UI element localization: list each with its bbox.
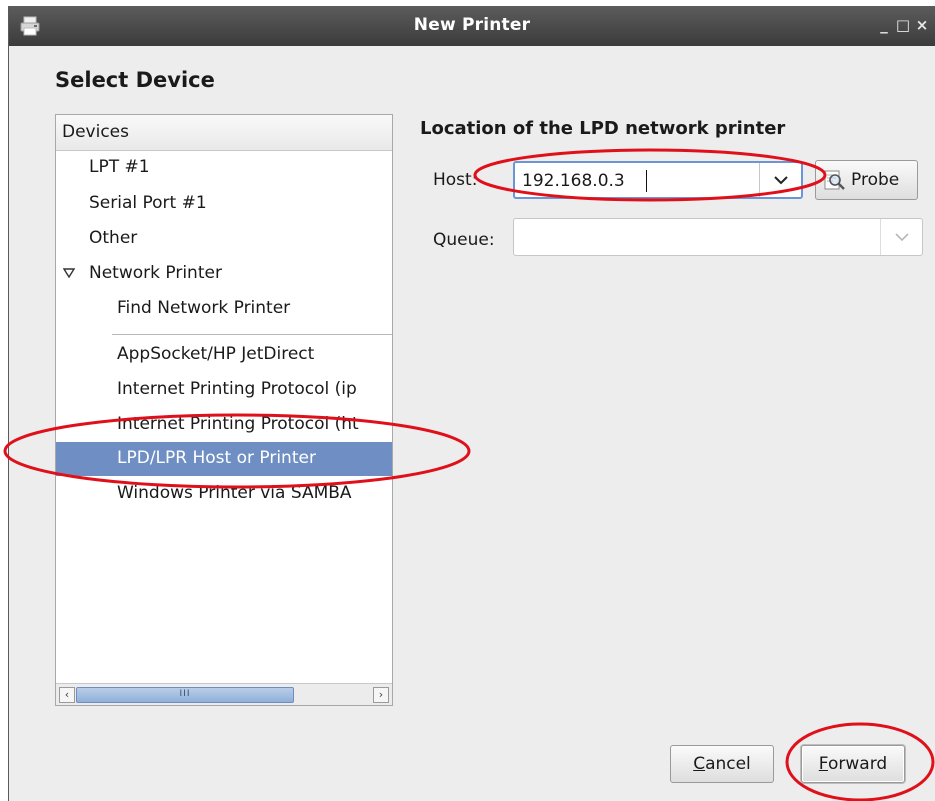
location-heading: Location of the LPD network printer xyxy=(420,118,786,139)
device-item-label: LPD/LPR Host or Printer xyxy=(117,448,316,468)
forward-mnemonic: F xyxy=(818,754,828,774)
horizontal-scrollbar[interactable]: ‹ III › xyxy=(56,683,392,705)
host-label: Host: xyxy=(433,170,478,190)
host-dropdown-button[interactable] xyxy=(759,163,801,197)
device-item-ipp-https[interactable]: Internet Printing Protocol (ht xyxy=(56,408,392,442)
maximize-button[interactable]: □ xyxy=(893,15,913,35)
host-combobox[interactable]: 192.168.0.3 xyxy=(513,161,803,199)
forward-button[interactable]: Forward xyxy=(801,745,905,783)
cancel-label-rest: ancel xyxy=(705,754,751,774)
device-item-label: Serial Port #1 xyxy=(89,193,207,213)
window-title: New Printer xyxy=(413,15,531,35)
close-button[interactable]: × xyxy=(912,15,932,35)
device-item-lpd-lpr[interactable]: LPD/LPR Host or Printer xyxy=(56,442,392,476)
text-cursor xyxy=(646,170,647,192)
device-item-label: AppSocket/HP JetDirect xyxy=(117,344,315,364)
host-input[interactable]: 192.168.0.3 xyxy=(522,171,625,191)
queue-combobox[interactable] xyxy=(513,218,923,256)
cancel-button[interactable]: Cancel xyxy=(670,745,774,783)
device-item-other[interactable]: Other xyxy=(56,222,392,256)
probe-search-icon xyxy=(824,170,845,190)
chevron-down-icon xyxy=(894,233,909,242)
cancel-mnemonic: C xyxy=(693,754,706,774)
devices-column-header[interactable]: Devices xyxy=(56,115,392,151)
device-item-label: Windows Printer via SAMBA xyxy=(117,483,352,503)
device-item-label: Other xyxy=(89,228,138,248)
device-item-label: LPT #1 xyxy=(89,157,150,177)
forward-label-rest: orward xyxy=(827,754,888,774)
device-item-ipp[interactable]: Internet Printing Protocol (ip xyxy=(56,373,392,407)
queue-label: Queue: xyxy=(433,230,495,250)
device-item-label: Internet Printing Protocol (ip xyxy=(117,379,357,399)
list-separator xyxy=(112,334,392,335)
scroll-right-arrow-icon[interactable]: › xyxy=(373,687,389,703)
scroll-left-arrow-icon[interactable]: ‹ xyxy=(59,687,75,703)
minimize-button[interactable]: _ xyxy=(874,15,894,35)
title-bar[interactable]: New Printer _ □ × xyxy=(9,6,935,46)
device-list[interactable]: Devices LPT #1 Serial Port #1 Other Netw… xyxy=(55,114,393,706)
device-item-appsocket[interactable]: AppSocket/HP JetDirect xyxy=(56,338,392,372)
device-item-label: Network Printer xyxy=(89,263,222,283)
device-item-find-network-printer[interactable]: Find Network Printer xyxy=(56,292,392,326)
expander-triangle-icon[interactable] xyxy=(63,268,75,278)
device-item-samba[interactable]: Windows Printer via SAMBA xyxy=(56,477,392,511)
device-item-serial-port[interactable]: Serial Port #1 xyxy=(56,187,392,221)
probe-button-label: Probe xyxy=(851,170,900,190)
scroll-thumb[interactable]: III xyxy=(76,687,294,703)
device-item-label: Find Network Printer xyxy=(117,298,291,318)
page-title: Select Device xyxy=(55,68,215,92)
device-item-label: Internet Printing Protocol (ht xyxy=(117,414,359,434)
chevron-down-icon xyxy=(773,176,788,185)
new-printer-dialog: New Printer _ □ × Select Device Devices … xyxy=(8,6,935,801)
probe-button[interactable]: Probe xyxy=(815,160,918,200)
device-item-network-printer[interactable]: Network Printer xyxy=(56,257,392,291)
queue-dropdown-button[interactable] xyxy=(880,219,922,255)
device-item-lpt1[interactable]: LPT #1 xyxy=(56,151,392,185)
